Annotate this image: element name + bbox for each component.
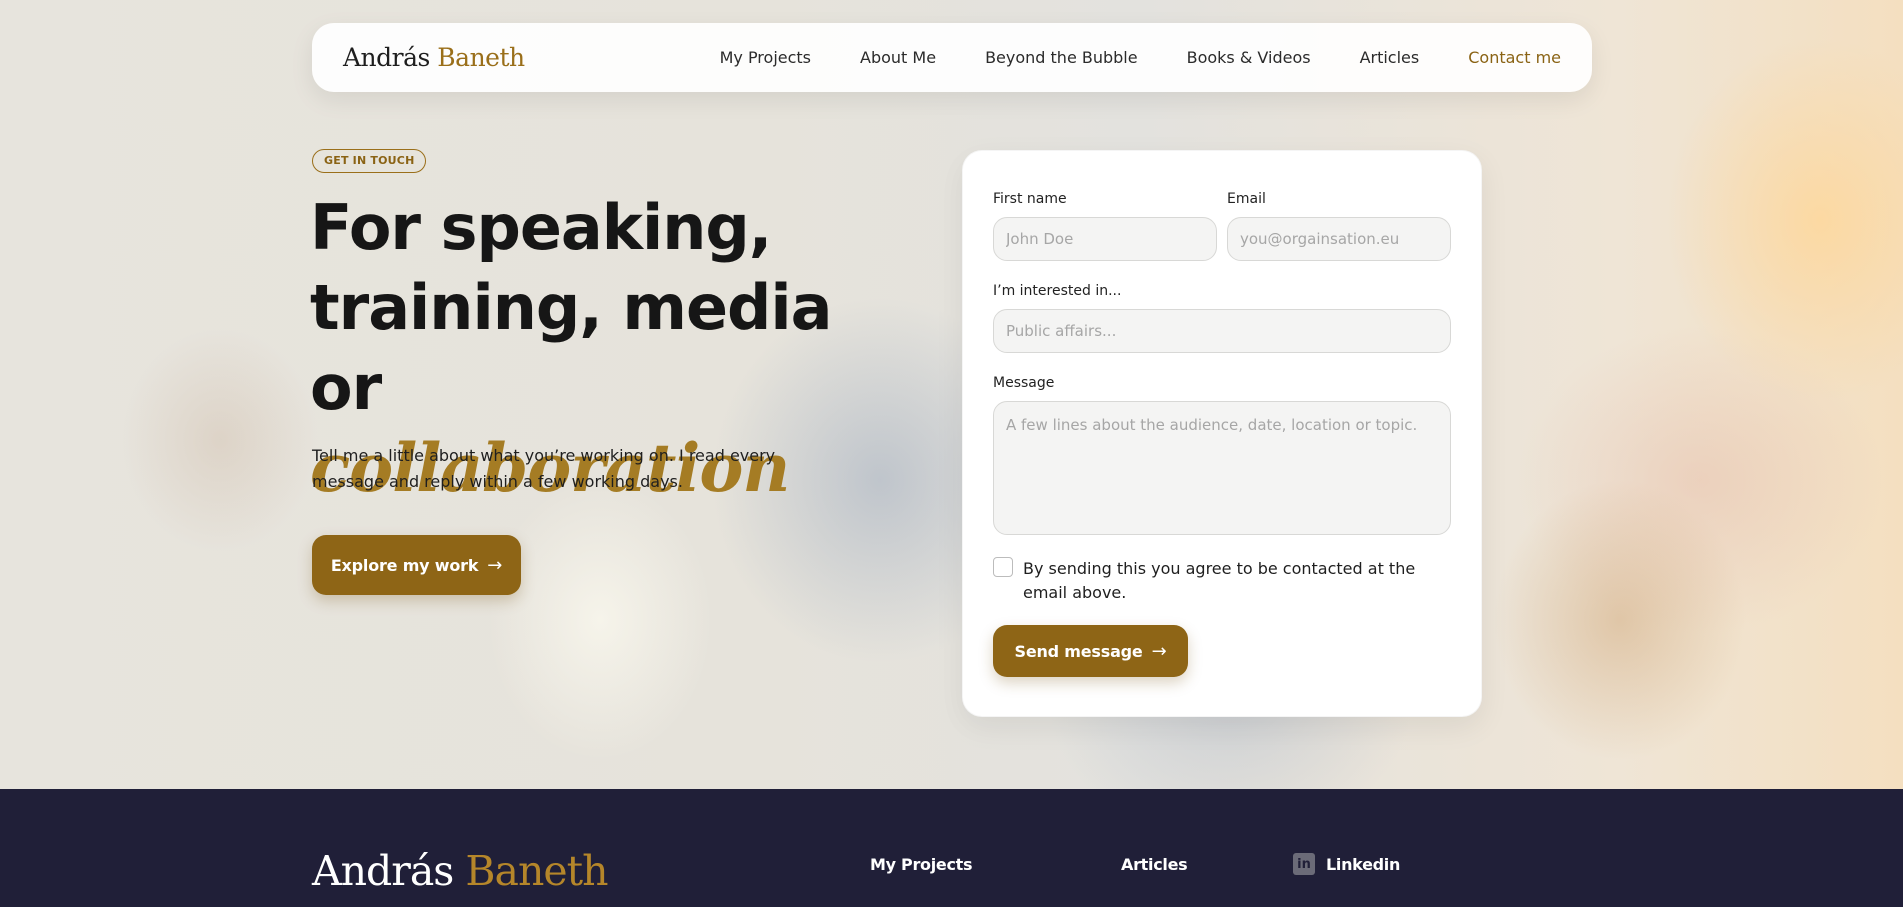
explore-my-work-label: Explore my work xyxy=(330,555,479,575)
nav-link-about-me[interactable]: About Me xyxy=(860,48,936,67)
interest-input[interactable] xyxy=(993,309,1451,353)
send-message-button[interactable]: Send message → xyxy=(993,625,1188,677)
email-input[interactable] xyxy=(1227,217,1451,261)
nav-link-articles[interactable]: Articles xyxy=(1360,48,1420,67)
headline-line-3-prefix: or xyxy=(310,351,382,424)
hero-background xyxy=(0,0,1903,789)
footer-brand-last-name: Baneth xyxy=(465,847,608,895)
footer-brand-logo[interactable]: András Baneth xyxy=(312,847,609,895)
message-textarea[interactable] xyxy=(993,401,1451,535)
message-label: Message xyxy=(993,375,1055,391)
footer-brand-first-name: András xyxy=(312,847,454,895)
contact-form-card: First name Email I’m interested in... Me… xyxy=(962,150,1482,717)
first-name-label: First name xyxy=(993,191,1067,207)
top-navbar: András Baneth My Projects About Me Beyon… xyxy=(312,23,1592,92)
nav-links: My Projects About Me Beyond the Bubble B… xyxy=(671,48,1561,67)
explore-my-work-button[interactable]: Explore my work → xyxy=(312,535,521,595)
headline-line-2: training, media xyxy=(310,271,832,344)
first-name-input[interactable] xyxy=(993,217,1217,261)
nav-link-contact-me[interactable]: Contact me xyxy=(1468,48,1561,67)
brand-logo[interactable]: András Baneth xyxy=(343,43,525,72)
interest-label: I’m interested in... xyxy=(993,283,1122,299)
footer-link-my-projects[interactable]: My Projects xyxy=(870,855,973,874)
arrow-right-icon: → xyxy=(1151,640,1167,662)
brand-last-name: Baneth xyxy=(437,43,525,72)
nav-link-beyond-the-bubble[interactable]: Beyond the Bubble xyxy=(985,48,1138,67)
footer-link-linkedin[interactable]: Linkedin xyxy=(1326,855,1400,874)
site-footer: András Baneth My Projects Articles in Li… xyxy=(0,789,1903,907)
lead-paragraph: Tell me a little about what you’re worki… xyxy=(312,446,776,491)
email-label: Email xyxy=(1227,191,1266,207)
brand-first-name: András xyxy=(343,43,430,72)
consent-text: By sending this you agree to be contacte… xyxy=(1023,559,1416,602)
arrow-right-icon: → xyxy=(487,554,503,576)
send-message-label: Send message xyxy=(1014,641,1143,661)
nav-link-books-videos[interactable]: Books & Videos xyxy=(1187,48,1311,67)
consent-checkbox[interactable] xyxy=(993,557,1013,577)
nav-link-my-projects[interactable]: My Projects xyxy=(720,48,811,67)
headline-line-1: For speaking, xyxy=(310,191,772,264)
get-in-touch-badge: GET IN TOUCH xyxy=(312,149,427,173)
linkedin-icon[interactable]: in xyxy=(1293,853,1315,875)
footer-link-articles[interactable]: Articles xyxy=(1121,855,1188,874)
